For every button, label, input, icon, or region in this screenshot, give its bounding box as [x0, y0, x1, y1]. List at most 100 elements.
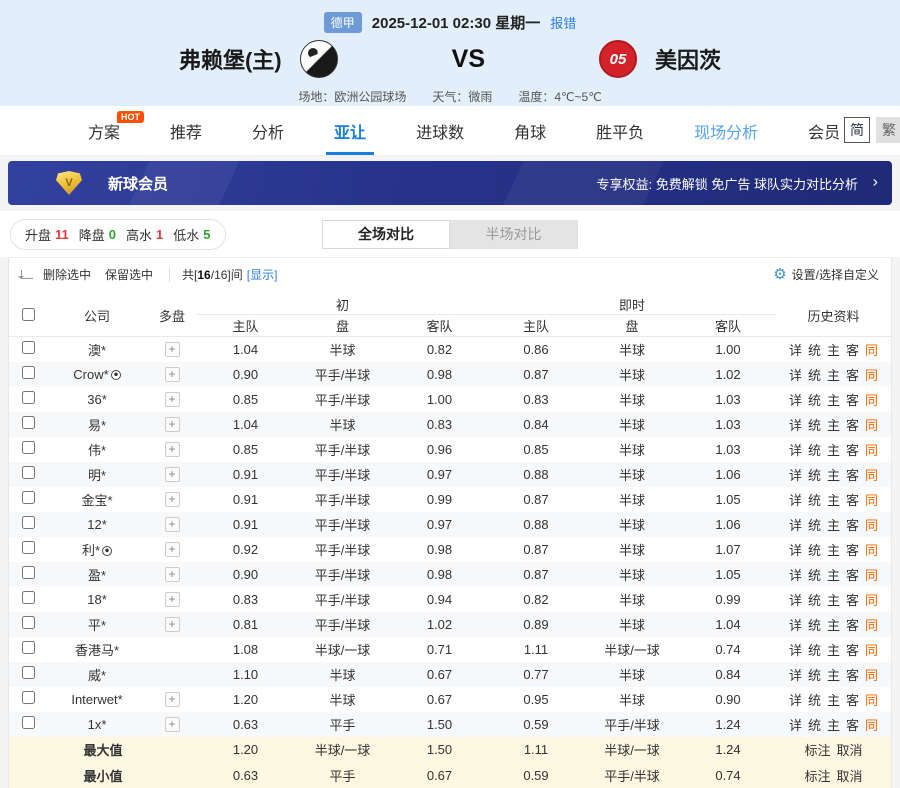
- tab-half-match-compare[interactable]: 半场对比: [450, 219, 578, 249]
- history-link-主[interactable]: 主: [827, 718, 840, 733]
- tab-full-match-compare[interactable]: 全场对比: [322, 219, 450, 249]
- nav-tab-会员[interactable]: 会员: [808, 106, 840, 155]
- history-link-统[interactable]: 统: [808, 443, 821, 458]
- history-link-同[interactable]: 同: [865, 443, 878, 458]
- select-all-checkbox[interactable]: [21, 307, 35, 321]
- lang-traditional-button[interactable]: 繁: [876, 117, 900, 143]
- vip-banner[interactable]: V 新球会员 专享权益: 免费解锁 免广告 球队实力对比分析 ›: [8, 161, 892, 205]
- history-link-详[interactable]: 详: [789, 543, 802, 558]
- history-link-同[interactable]: 同: [865, 343, 878, 358]
- company-name[interactable]: 12*: [87, 517, 107, 532]
- company-name[interactable]: 威*: [88, 668, 106, 683]
- history-link-详[interactable]: 详: [789, 643, 802, 658]
- history-link-同[interactable]: 同: [865, 668, 878, 683]
- expand-plus-button[interactable]: +: [164, 442, 180, 457]
- company-name[interactable]: Interwet*: [71, 692, 122, 707]
- history-link-客[interactable]: 客: [846, 418, 859, 433]
- history-link-客[interactable]: 客: [846, 368, 859, 383]
- history-link-主[interactable]: 主: [827, 618, 840, 633]
- row-checkbox[interactable]: [21, 541, 35, 554]
- history-link-主[interactable]: 主: [827, 393, 840, 408]
- company-name[interactable]: 18*: [87, 592, 107, 607]
- history-link-统[interactable]: 统: [808, 468, 821, 483]
- history-link-客[interactable]: 客: [846, 668, 859, 683]
- history-link-客[interactable]: 客: [846, 643, 859, 658]
- expand-plus-button[interactable]: +: [164, 367, 180, 382]
- expand-plus-button[interactable]: +: [164, 492, 180, 507]
- history-link-统[interactable]: 统: [808, 668, 821, 683]
- history-link-主[interactable]: 主: [827, 593, 840, 608]
- history-link-主[interactable]: 主: [827, 643, 840, 658]
- history-link-主[interactable]: 主: [827, 518, 840, 533]
- history-link-客[interactable]: 客: [846, 718, 859, 733]
- history-link-主[interactable]: 主: [827, 668, 840, 683]
- summary-action-标注[interactable]: 标注: [804, 769, 830, 784]
- history-link-统[interactable]: 统: [808, 368, 821, 383]
- history-link-同[interactable]: 同: [865, 593, 878, 608]
- expand-plus-button[interactable]: +: [164, 692, 180, 707]
- history-link-统[interactable]: 统: [808, 593, 821, 608]
- row-checkbox[interactable]: [21, 391, 35, 404]
- select-corner-icon[interactable]: [18, 270, 33, 279]
- history-link-客[interactable]: 客: [846, 593, 859, 608]
- history-link-详[interactable]: 详: [789, 493, 802, 508]
- row-checkbox[interactable]: [21, 441, 35, 454]
- history-link-客[interactable]: 客: [846, 693, 859, 708]
- history-link-同[interactable]: 同: [865, 643, 878, 658]
- nav-tab-胜平负[interactable]: 胜平负: [596, 106, 644, 155]
- expand-plus-button[interactable]: +: [164, 417, 180, 432]
- company-name[interactable]: 1x*: [88, 717, 107, 732]
- history-link-统[interactable]: 统: [808, 493, 821, 508]
- history-link-统[interactable]: 统: [808, 618, 821, 633]
- lang-simplified-button[interactable]: 简: [844, 117, 870, 143]
- history-link-详[interactable]: 详: [789, 443, 802, 458]
- summary-action-标注[interactable]: 标注: [804, 743, 830, 758]
- history-link-主[interactable]: 主: [827, 543, 840, 558]
- history-link-主[interactable]: 主: [827, 493, 840, 508]
- history-link-详[interactable]: 详: [789, 668, 802, 683]
- history-link-统[interactable]: 统: [808, 418, 821, 433]
- history-link-同[interactable]: 同: [865, 618, 878, 633]
- company-name[interactable]: 易*: [88, 418, 106, 433]
- history-link-主[interactable]: 主: [827, 568, 840, 583]
- history-link-统[interactable]: 统: [808, 643, 821, 658]
- report-error-link[interactable]: 报错: [550, 13, 576, 32]
- delete-selected-button[interactable]: 删除选中: [43, 266, 91, 283]
- nav-tab-现场分析[interactable]: 现场分析: [694, 106, 758, 155]
- history-link-详[interactable]: 详: [789, 518, 802, 533]
- company-name[interactable]: 利*: [82, 543, 100, 558]
- company-name[interactable]: 香港马*: [75, 643, 119, 658]
- nav-tab-方案[interactable]: 方案 HOT: [88, 106, 145, 155]
- history-link-客[interactable]: 客: [846, 543, 859, 558]
- history-link-主[interactable]: 主: [827, 343, 840, 358]
- history-link-客[interactable]: 客: [846, 493, 859, 508]
- row-checkbox[interactable]: [21, 366, 35, 379]
- show-link[interactable]: [显示]: [247, 266, 278, 283]
- expand-plus-button[interactable]: +: [164, 617, 180, 632]
- company-name[interactable]: 平*: [88, 618, 106, 633]
- company-name[interactable]: 36*: [87, 392, 107, 407]
- history-link-同[interactable]: 同: [865, 393, 878, 408]
- nav-tab-分析[interactable]: 分析: [252, 106, 284, 155]
- history-link-详[interactable]: 详: [789, 343, 802, 358]
- expand-plus-button[interactable]: +: [164, 392, 180, 407]
- history-link-统[interactable]: 统: [808, 568, 821, 583]
- history-link-主[interactable]: 主: [827, 368, 840, 383]
- row-checkbox[interactable]: [21, 516, 35, 529]
- nav-tab-推荐[interactable]: 推荐: [170, 106, 202, 155]
- history-link-客[interactable]: 客: [846, 343, 859, 358]
- expand-plus-button[interactable]: +: [164, 567, 180, 582]
- row-checkbox[interactable]: [21, 416, 35, 429]
- nav-tab-亚让[interactable]: 亚让: [334, 106, 366, 155]
- history-link-主[interactable]: 主: [827, 693, 840, 708]
- history-link-统[interactable]: 统: [808, 393, 821, 408]
- row-checkbox[interactable]: [21, 616, 35, 629]
- history-link-客[interactable]: 客: [846, 393, 859, 408]
- company-name[interactable]: Crow*: [73, 367, 108, 382]
- expand-plus-button[interactable]: +: [164, 717, 180, 732]
- keep-selected-button[interactable]: 保留选中: [105, 266, 153, 283]
- history-link-客[interactable]: 客: [846, 568, 859, 583]
- row-checkbox[interactable]: [21, 666, 35, 679]
- company-name[interactable]: 盈*: [88, 568, 106, 583]
- history-link-同[interactable]: 同: [865, 568, 878, 583]
